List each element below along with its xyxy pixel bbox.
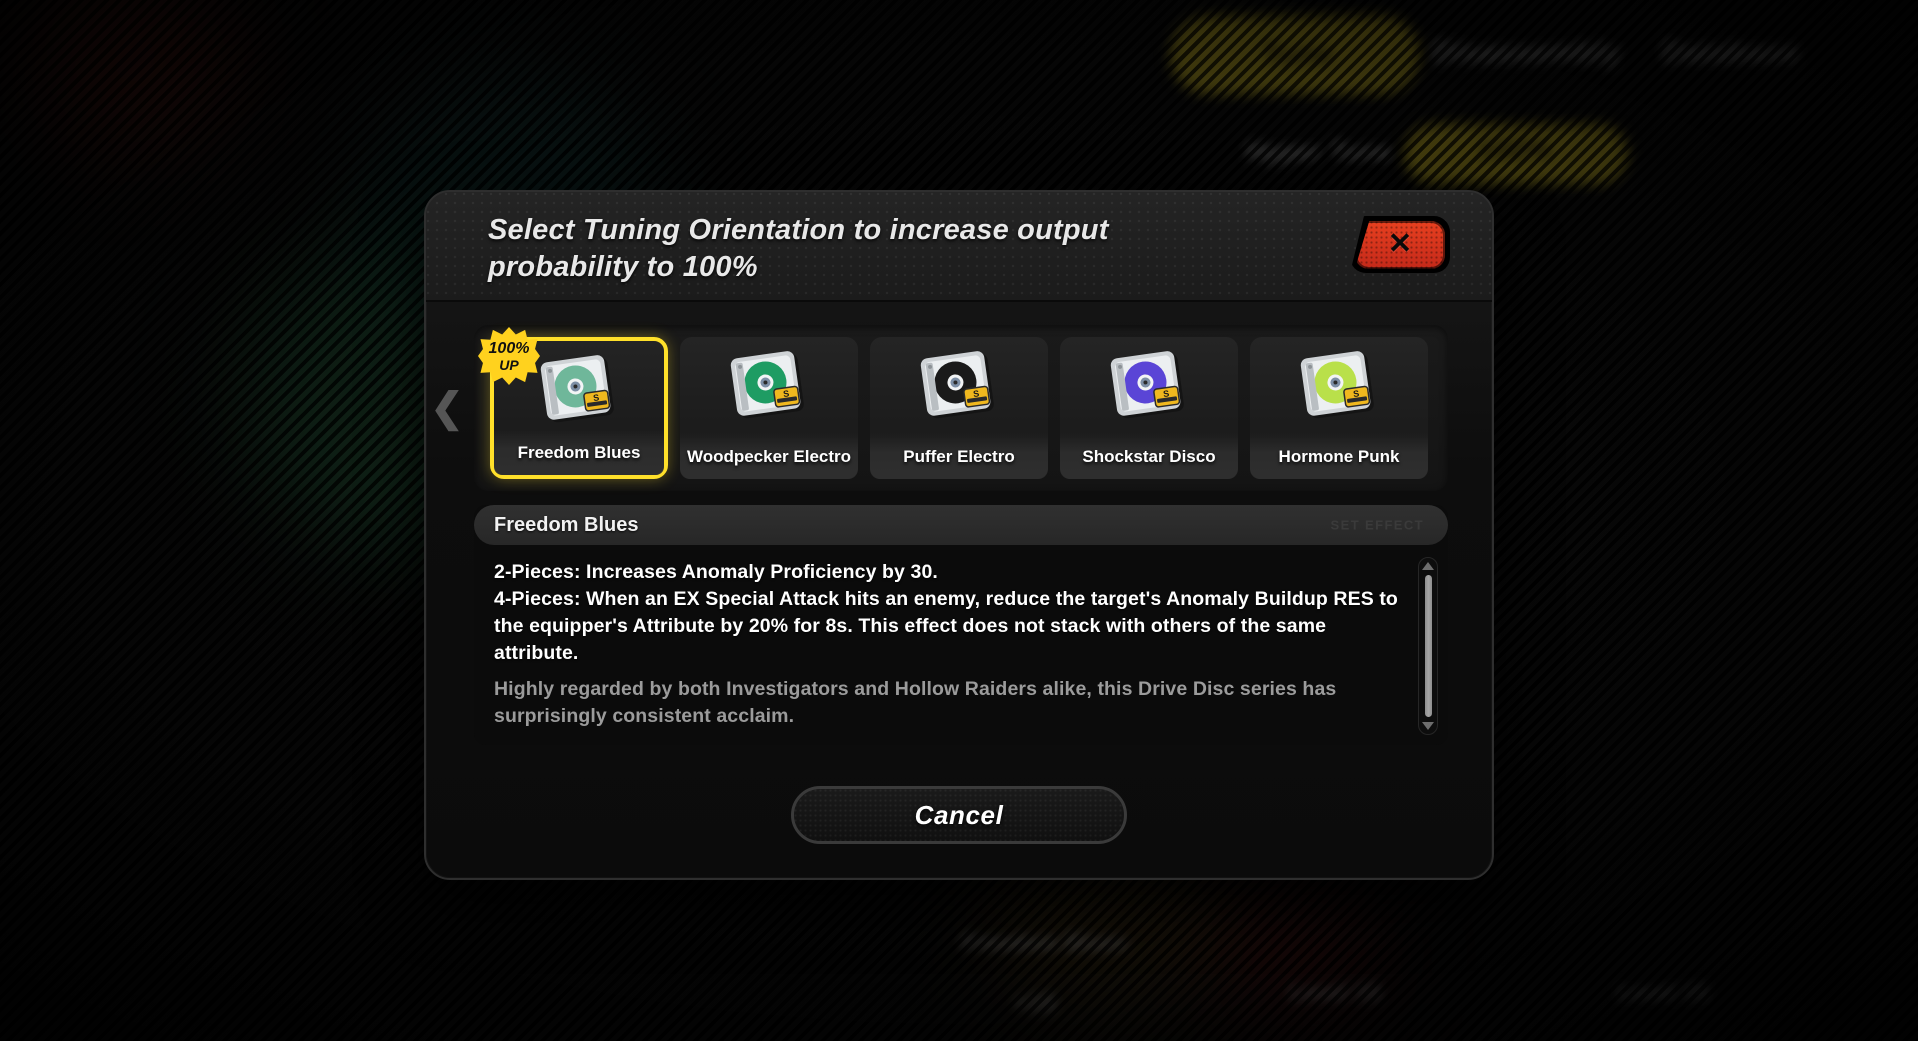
- disc-card-label: Woodpecker Electro: [680, 435, 858, 479]
- bg-item-level-b-label: Level 15: [1618, 980, 1709, 1005]
- bg-tab-tune-label: Tune: [1262, 38, 1334, 71]
- disc-card-label: Shockstar Disco: [1060, 435, 1238, 479]
- drive-disc-icon: S: [540, 355, 614, 423]
- disc-card-track: 100% UP S Freedom Blues S Woodpecker Electro S…: [478, 325, 1428, 491]
- dialog-title: Select Tuning Orientation to increase ou…: [488, 214, 1109, 284]
- badge-line-1: 100%: [488, 339, 530, 357]
- detail-scrollbar[interactable]: [1418, 557, 1438, 735]
- bg-tab-disassembly-label: Disassembly: [1432, 36, 1621, 69]
- bg-tab-database-label: Database: [1662, 36, 1800, 69]
- flavor-text: Highly regarded by both Investigators an…: [494, 677, 1337, 727]
- bg-item-level-a-label: Level 15: [1290, 980, 1381, 1005]
- probability-up-badge: 100% UP: [478, 327, 540, 385]
- dialog-header: Select Tuning Orientation to increase ou…: [426, 192, 1492, 302]
- close-button-face: ✕: [1355, 220, 1445, 269]
- bg-tab-hypertune-label: Hyper Tune: [1246, 136, 1393, 166]
- close-button[interactable]: ✕: [1350, 216, 1450, 273]
- set-effect-4pc: 4-Pieces: When an EX Special Attack hits…: [494, 587, 1398, 664]
- disc-card[interactable]: S Hormone Punk: [1250, 337, 1428, 479]
- disc-card[interactable]: S Shockstar Disco: [1060, 337, 1238, 479]
- detail-body: 2-Pieces: Increases Anomaly Proficiency …: [494, 559, 1404, 739]
- detail-title: Freedom Blues: [494, 513, 639, 536]
- bg-item-freedom-blues-label: Freedom Blues: [962, 930, 1128, 955]
- scrollbar-thumb[interactable]: [1424, 575, 1432, 717]
- set-effect-label: SET EFFECT: [1330, 517, 1424, 533]
- tuning-orientation-dialog: Select Tuning Orientation to increase ou…: [424, 190, 1494, 880]
- triangle-down-icon[interactable]: [1422, 722, 1434, 730]
- bg-tab-100-label: 100%: [1478, 134, 1552, 165]
- disc-card-label: Hormone Punk: [1250, 435, 1428, 479]
- drive-disc-icon: S: [1300, 351, 1374, 419]
- disc-card-label: Freedom Blues: [494, 431, 664, 475]
- disc-carousel: ❮ ❯ 100%UPSFreedom BluesSWoodpecker Elec…: [430, 325, 1448, 491]
- bg-item-plus15-label: +15: [1014, 990, 1057, 1017]
- close-x-icon: ✕: [1387, 228, 1413, 260]
- disc-card[interactable]: 100% UP S Freedom Blues: [478, 327, 668, 479]
- drive-disc-icon: S: [920, 351, 994, 419]
- set-effect-2pc: 2-Pieces: Increases Anomaly Proficiency …: [494, 561, 938, 583]
- triangle-up-icon[interactable]: [1422, 562, 1434, 570]
- disc-card-label: Puffer Electro: [870, 435, 1048, 479]
- disc-card[interactable]: S Puffer Electro: [870, 337, 1048, 479]
- disc-card[interactable]: S Woodpecker Electro: [680, 337, 858, 479]
- drive-disc-icon: S: [730, 351, 804, 419]
- detail-header: Freedom Blues SET EFFECT: [474, 505, 1448, 545]
- drive-disc-icon: S: [1110, 351, 1184, 419]
- set-detail-panel: Freedom Blues SET EFFECT 2-Pieces: Incre…: [474, 505, 1448, 745]
- bg-blob-red: [30, 0, 240, 150]
- badge-line-2: UP: [499, 356, 519, 373]
- chevron-left-icon[interactable]: ❮: [430, 381, 464, 435]
- cancel-button[interactable]: Cancel: [791, 786, 1127, 844]
